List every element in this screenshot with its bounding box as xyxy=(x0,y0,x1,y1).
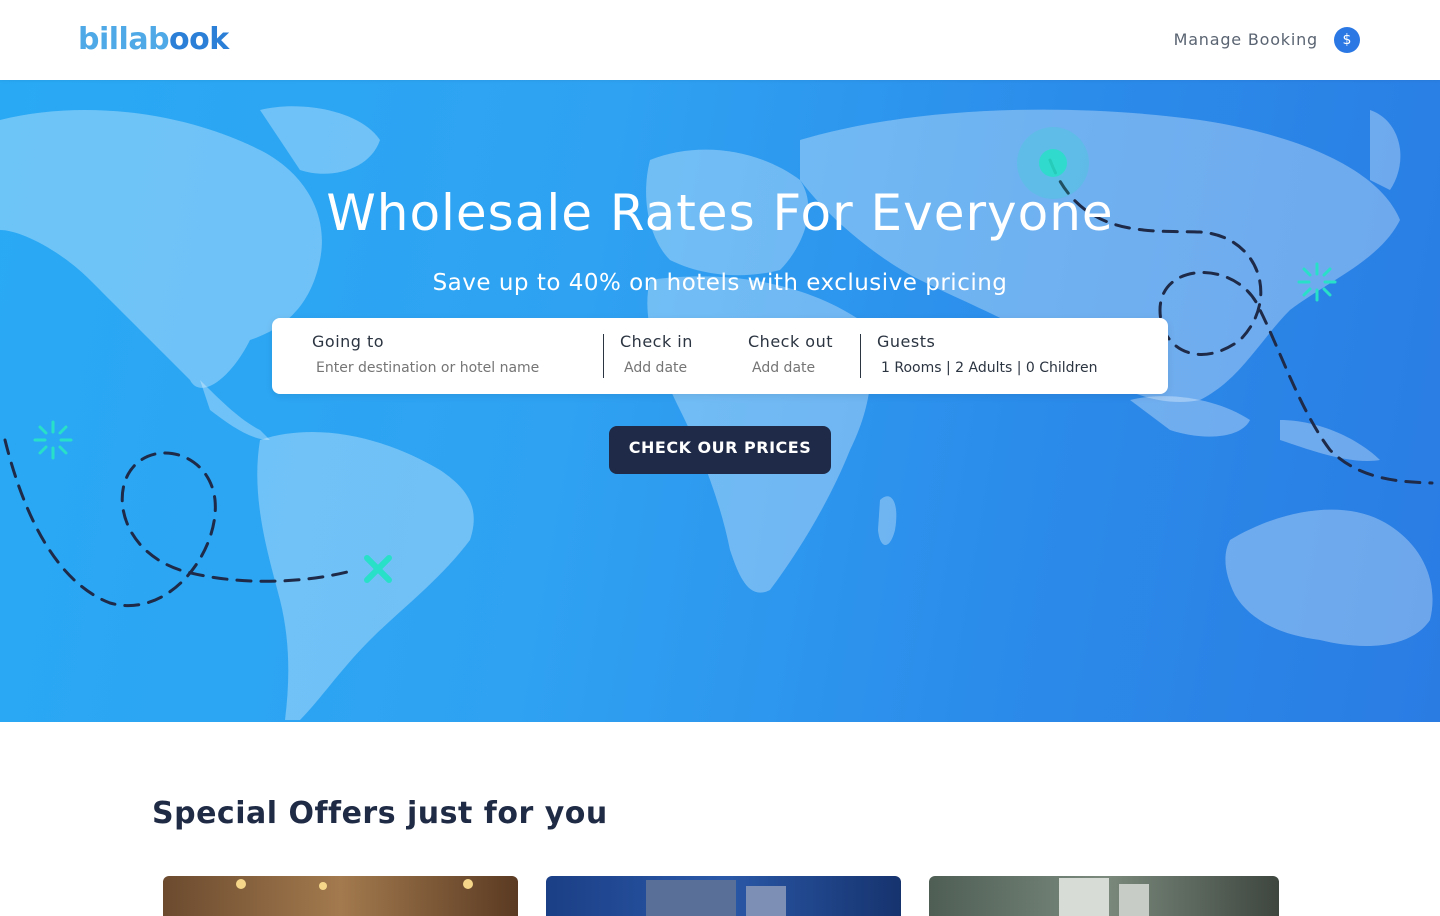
hero-title: Wholesale Rates For Everyone xyxy=(326,184,1114,242)
top-header: billabook Manage Booking $ xyxy=(0,0,1440,80)
billabook-logo[interactable]: billabook xyxy=(78,22,229,57)
checkin-date-input[interactable] xyxy=(624,360,734,376)
offer-card-image[interactable] xyxy=(929,876,1279,916)
manage-booking-link[interactable]: Manage Booking xyxy=(1174,30,1318,49)
guests-selector[interactable]: 1 Rooms | 2 Adults | 0 Children xyxy=(881,360,1097,376)
currency-selector-button[interactable]: $ xyxy=(1334,27,1360,53)
guests-label: Guests xyxy=(877,332,936,351)
offer-card-image[interactable] xyxy=(163,876,518,916)
checkout-date-input[interactable] xyxy=(752,360,852,376)
special-offers-heading: Special Offers just for you xyxy=(152,796,608,831)
check-prices-button[interactable]: CHECK OUR PRICES xyxy=(609,426,831,474)
offer-card-image-graphic xyxy=(236,879,473,890)
sparkle-left xyxy=(33,420,73,460)
hero-subtitle: Save up to 40% on hotels with exclusive … xyxy=(432,270,1008,296)
search-divider xyxy=(603,334,604,378)
search-bar: Going to Check in Check out Guests 1 Roo… xyxy=(272,318,1168,394)
checkout-label: Check out xyxy=(748,332,834,351)
checkin-label: Check in xyxy=(620,332,693,351)
world-map-illustration xyxy=(0,106,1434,720)
search-divider xyxy=(860,334,861,378)
offer-card-image[interactable] xyxy=(546,876,901,916)
destination-label: Going to xyxy=(312,332,385,351)
offer-card-image-graphic xyxy=(1059,878,1149,916)
offer-card-image-graphic xyxy=(646,880,786,916)
destination-input[interactable] xyxy=(316,360,586,376)
hero-section: Wholesale Rates For Everyone Save up to … xyxy=(0,80,1440,722)
